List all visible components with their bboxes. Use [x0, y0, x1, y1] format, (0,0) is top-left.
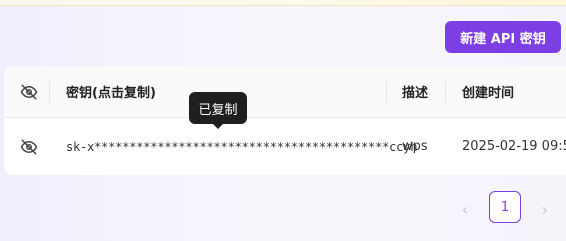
header-visibility-toggle[interactable] [20, 66, 44, 117]
tooltip-arrow [212, 123, 224, 129]
pagination-prev-button[interactable]: ‹ [455, 198, 475, 220]
column-divider [386, 81, 387, 103]
key-created-time: 2025-02-19 09:52 [462, 139, 566, 154]
pagination-next-button[interactable]: › [535, 198, 555, 220]
api-keys-table: 密钥(点击复制) 描述 创建时间 sk-x*******************… [4, 66, 566, 175]
column-divider [49, 81, 50, 103]
chevron-right-icon: › [541, 199, 549, 219]
chevron-left-icon: ‹ [461, 199, 469, 219]
top-banner-strip [0, 0, 566, 6]
column-header-created-time: 创建时间 [462, 86, 515, 101]
column-header-key: 密钥(点击复制) [66, 86, 156, 101]
api-key-value[interactable]: sk-x************************************… [66, 118, 417, 175]
eye-off-icon[interactable] [20, 138, 38, 156]
table-header: 密钥(点击复制) 描述 创建时间 [4, 66, 566, 118]
column-divider [445, 81, 446, 103]
copied-tooltip: 已复制 [189, 92, 247, 124]
pagination-page-1[interactable]: 1 [489, 191, 521, 223]
table-row: sk-x************************************… [4, 118, 566, 175]
row-visibility-toggle[interactable] [20, 118, 44, 175]
column-header-description: 描述 [402, 86, 429, 101]
key-description: wps [402, 139, 428, 154]
new-api-key-button[interactable]: 新建 API 密钥 [445, 21, 561, 53]
eye-off-icon[interactable] [20, 83, 38, 101]
